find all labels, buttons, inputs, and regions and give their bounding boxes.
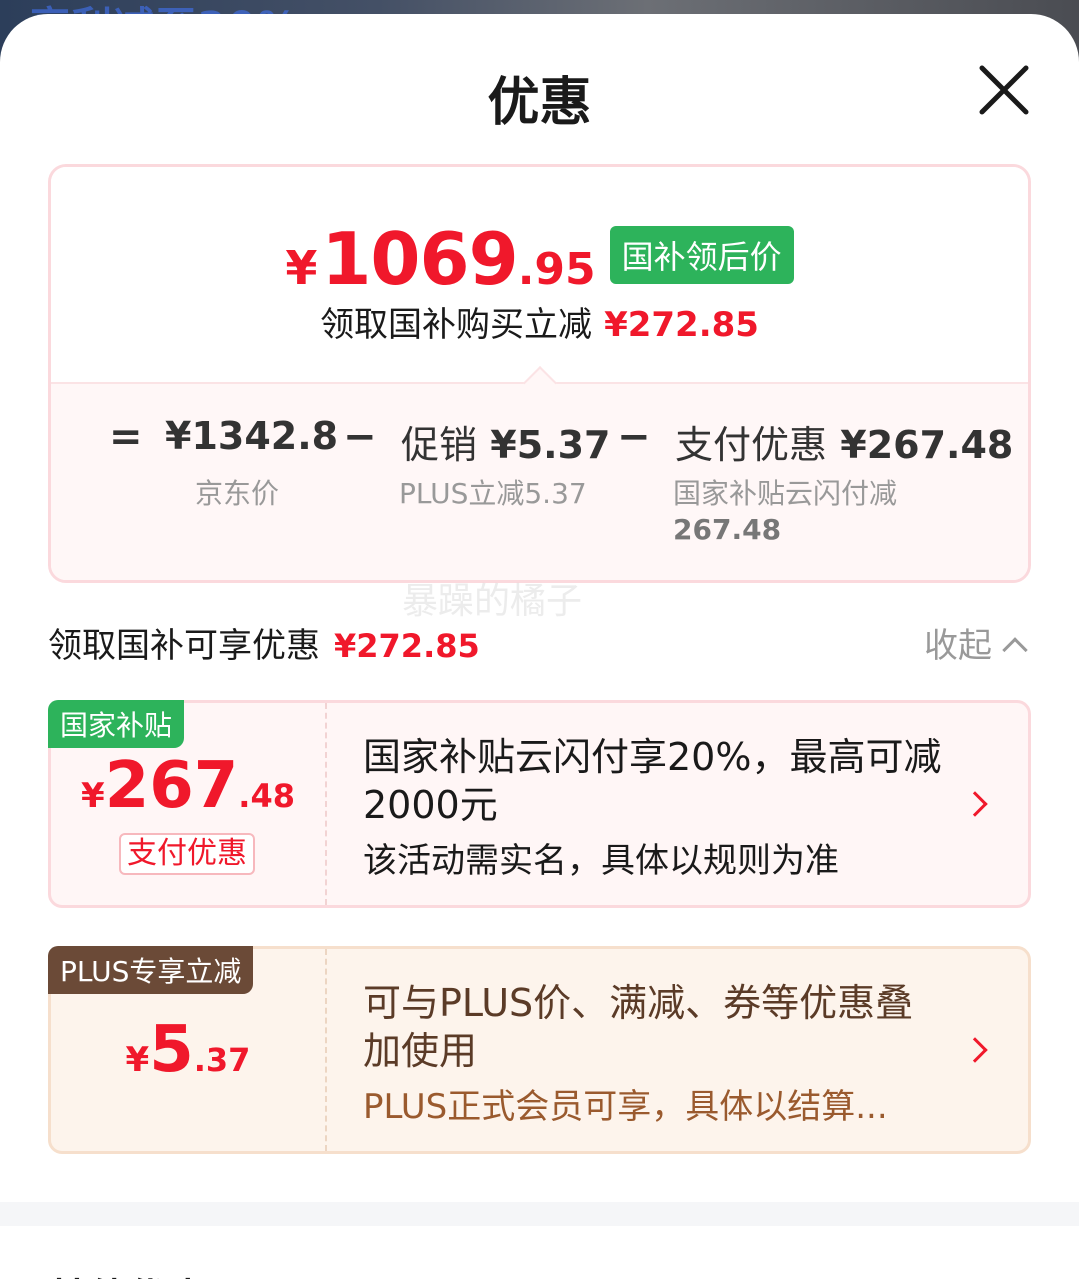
- price-breakdown: = ¥1342.8 京东价 − 促销 ¥5.37 PLUS立减5.37 − 支付…: [51, 382, 1028, 580]
- equals-sign: =: [109, 414, 143, 460]
- pay-sub: 国家补贴云闪付减 267.48: [673, 476, 897, 548]
- jd-price-label: 京东价: [195, 477, 280, 510]
- save-amount: ¥272.85: [604, 305, 759, 345]
- close-icon[interactable]: [976, 62, 1032, 118]
- watermark: 暴躁的橘子: [402, 581, 583, 622]
- subsidy-currency: ¥: [81, 776, 105, 816]
- chevron-right-icon: [962, 1037, 988, 1063]
- final-price-dec: .95: [517, 244, 596, 295]
- collapse-button[interactable]: 收起: [924, 618, 1028, 667]
- final-price-int: 1069: [321, 217, 518, 301]
- plus-currency: ¥: [125, 1040, 150, 1080]
- subsidy-price-badge: 国补领后价: [609, 226, 794, 284]
- subsidy-card[interactable]: 国家补贴 ¥267.48 支付优惠 国家补贴云闪付享20%，最高可减2000元 …: [48, 700, 1031, 908]
- section-label: 领取国补可享优惠: [48, 626, 320, 666]
- pay-sub-line-1: 国家补贴云闪付减: [673, 477, 898, 510]
- minus-sign: −: [343, 414, 377, 460]
- plus-dec: .37: [193, 1041, 251, 1079]
- section-amount: ¥272.85: [334, 627, 480, 665]
- promo-amount: ¥5.37: [490, 423, 611, 467]
- pay-label: 支付优惠: [675, 423, 828, 467]
- minus-sign: −: [617, 414, 651, 460]
- subsidy-amount: ¥267.48: [51, 749, 325, 823]
- currency-symbol: ¥: [285, 241, 318, 295]
- jd-price: ¥1342.8: [165, 414, 339, 458]
- subsidy-int: 267: [104, 749, 239, 823]
- breakdown-row: = ¥1342.8 京东价 − 促销 ¥5.37 PLUS立减5.37 − 支付…: [51, 414, 1028, 564]
- collapse-label: 收起: [924, 626, 992, 666]
- sheet-title: 优惠: [487, 73, 592, 133]
- subsidy-desc: 该活动需实名，具体以规则为准: [363, 841, 839, 881]
- plus-amount: ¥5.37: [51, 1013, 325, 1087]
- subsidy-dec: .48: [238, 777, 295, 815]
- plus-tag: PLUS专享立减: [48, 946, 254, 994]
- dashed-divider: [325, 703, 327, 905]
- subsidy-tag: 国家补贴: [48, 700, 185, 748]
- save-row: 领取国补购买立减 ¥272.85: [51, 297, 1028, 346]
- final-price: ¥ 1069 .95 国补领后价: [51, 217, 1028, 301]
- section-separator: [0, 1202, 1079, 1226]
- promo-label: 促销: [401, 423, 478, 467]
- plus-desc: PLUS正式会员可享，具体以结算...: [363, 1087, 888, 1127]
- save-label: 领取国补购买立减: [320, 305, 593, 345]
- promo-sub: PLUS立减5.37: [399, 477, 587, 510]
- plus-int: 5: [149, 1013, 194, 1087]
- summary-top: ¥ 1069 .95 国补领后价 领取国补购买立减 ¥272.85: [51, 167, 1028, 382]
- section-header: 领取国补可享优惠 ¥272.85: [48, 618, 480, 667]
- discount-sheet: 优惠 ¥ 1069 .95 国补领后价 领取国补购买立减 ¥272.85 = ¥1…: [0, 14, 1079, 1279]
- pay-term: 支付优惠 ¥267.48: [675, 414, 1013, 469]
- subsidy-title: 国家补贴云闪付享20%，最高可减2000元: [363, 735, 942, 827]
- plus-card[interactable]: PLUS专享立减 ¥5.37 可与PLUS价、满减、券等优惠叠加使用 PLUS正…: [48, 946, 1031, 1154]
- pay-sub-line-2: 267.48: [673, 513, 782, 546]
- dashed-divider: [325, 949, 327, 1151]
- price-summary-card: ¥ 1069 .95 国补领后价 领取国补购买立减 ¥272.85 = ¥1342…: [48, 164, 1031, 583]
- pay-discount-tag: 支付优惠: [119, 833, 255, 875]
- chevron-right-icon: [962, 791, 988, 817]
- plus-title: 可与PLUS价、满减、券等优惠叠加使用: [363, 981, 914, 1073]
- other-discounts-title: 其他优惠: [48, 1266, 208, 1279]
- chevron-up-icon: [1002, 637, 1028, 663]
- pay-amount: ¥267.48: [840, 423, 1014, 467]
- promo-term: 促销 ¥5.37: [401, 414, 610, 469]
